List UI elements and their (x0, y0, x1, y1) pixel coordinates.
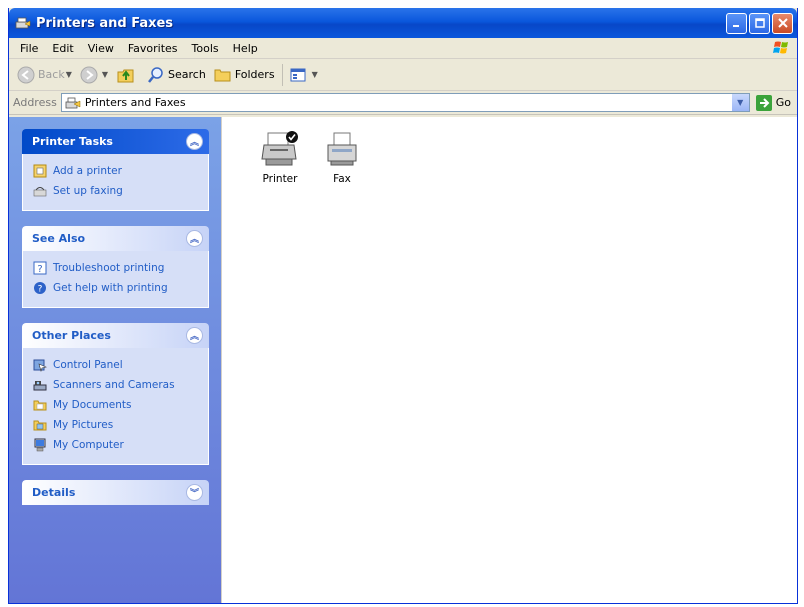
menu-file[interactable]: File (13, 42, 45, 55)
help-icon: ? (33, 261, 47, 275)
fax-icon (327, 132, 357, 166)
fax-setup-icon (33, 187, 47, 197)
file-label-fax: Fax (333, 173, 351, 185)
see-also-body: ? Troubleshoot printing ? Get help with … (22, 251, 209, 308)
toolbar-separator (281, 63, 283, 86)
printer-tasks-header[interactable]: Printer Tasks ︽ (22, 129, 209, 154)
title-bar[interactable]: Printers and Faxes (9, 8, 797, 38)
go-label: Go (775, 96, 791, 109)
my-documents-icon (33, 400, 47, 411)
forward-button[interactable]: ▼ (76, 62, 112, 88)
chevron-down-icon: ▼ (737, 98, 744, 107)
collapse-icon[interactable]: ︽ (186, 230, 203, 247)
svg-text:?: ? (38, 285, 43, 295)
other-places-title: Other Places (32, 329, 111, 342)
up-folder-button[interactable] (112, 62, 143, 88)
go-button[interactable]: Go (750, 94, 797, 111)
printer-tasks-body: Add a printer Set up faxing (22, 154, 209, 211)
folders-label: Folders (234, 68, 275, 81)
back-arrow-icon (17, 66, 35, 83)
my-pictures-icon (33, 420, 47, 431)
add-printer-icon (33, 164, 47, 178)
address-dropdown-button[interactable]: ▼ (731, 94, 749, 111)
search-label: Search (168, 68, 206, 81)
details-title: Details (32, 486, 76, 499)
back-label: Back (38, 68, 65, 81)
go-arrow-icon (755, 94, 772, 111)
help-center-icon: ? (34, 282, 46, 295)
back-dropdown-icon[interactable]: ▼ (66, 70, 72, 79)
menu-favorites[interactable]: Favorites (121, 42, 185, 55)
file-item-printer[interactable]: Printer (250, 131, 310, 185)
folders-button[interactable]: Folders (210, 62, 279, 88)
printer-tasks-group: Printer Tasks ︽ Add a printer Set up fax… (22, 129, 209, 211)
address-bar: Address Printers and Faxes ▼ Go (9, 91, 797, 115)
svg-text:?: ? (37, 264, 42, 275)
views-dropdown-icon[interactable]: ▼ (312, 70, 318, 79)
views-icon (290, 68, 306, 81)
back-button[interactable]: Back ▼ (13, 62, 76, 88)
toolbar: Back ▼ ▼ Search Folders ▼ (9, 59, 797, 91)
control-panel-icon (33, 359, 47, 372)
task-pane: Printer Tasks ︽ Add a printer Set up fax… (9, 117, 221, 603)
printer-default-icon (261, 131, 298, 166)
menu-tools[interactable]: Tools (185, 42, 226, 55)
up-folder-icon (117, 69, 134, 82)
file-view[interactable]: Printer Fax (221, 117, 797, 603)
place-control-panel[interactable]: Control Panel (33, 355, 202, 375)
see-also-title: See Also (32, 232, 86, 245)
expand-icon[interactable]: ︾ (186, 484, 203, 501)
maximize-icon (754, 18, 765, 28)
details-group: Details ︾ (22, 480, 209, 505)
close-button[interactable] (772, 12, 793, 34)
see-also-header[interactable]: See Also ︽ (22, 226, 209, 251)
printers-folder-icon (15, 17, 31, 29)
collapse-icon[interactable]: ︽ (186, 133, 203, 150)
task-add-printer[interactable]: Add a printer (33, 161, 202, 181)
menu-view[interactable]: View (81, 42, 121, 55)
place-my-computer[interactable]: My Computer (33, 435, 202, 455)
address-label: Address (13, 96, 57, 109)
file-label-printer: Printer (262, 173, 298, 185)
printer-tasks-title: Printer Tasks (32, 135, 113, 148)
maximize-button[interactable] (749, 12, 770, 34)
see-also-group: See Also ︽ ? Troubleshoot printing ? Get… (22, 226, 209, 308)
task-set-up-faxing[interactable]: Set up faxing (33, 181, 202, 201)
collapse-icon[interactable]: ︽ (186, 327, 203, 344)
place-scanners-cameras[interactable]: Scanners and Cameras (33, 375, 202, 395)
scanner-camera-icon (33, 381, 47, 391)
menu-edit[interactable]: Edit (45, 42, 80, 55)
minimize-button[interactable] (726, 12, 747, 34)
search-button[interactable]: Search (143, 62, 210, 88)
close-icon (777, 18, 788, 28)
menu-help[interactable]: Help (226, 42, 265, 55)
minimize-icon (732, 25, 739, 27)
my-computer-icon (34, 438, 46, 452)
details-header[interactable]: Details ︾ (22, 480, 209, 505)
views-button[interactable]: ▼ (286, 62, 322, 88)
printers-folder-icon (65, 97, 81, 108)
task-troubleshoot-printing[interactable]: ? Troubleshoot printing (33, 258, 202, 278)
other-places-group: Other Places ︽ Control Panel Scanners an… (22, 323, 209, 465)
search-icon (148, 66, 163, 83)
menu-bar: File Edit View Favorites Tools Help (9, 38, 797, 59)
task-get-help-printing[interactable]: ? Get help with printing (33, 278, 202, 298)
file-item-fax[interactable]: Fax (312, 131, 372, 185)
other-places-body: Control Panel Scanners and Cameras My Do… (22, 348, 209, 465)
other-places-header[interactable]: Other Places ︽ (22, 323, 209, 348)
window-title: Printers and Faxes (36, 15, 174, 31)
place-my-documents[interactable]: My Documents (33, 395, 202, 415)
content-area: Printer Tasks ︽ Add a printer Set up fax… (9, 117, 797, 603)
forward-dropdown-icon[interactable]: ▼ (102, 70, 108, 79)
address-value: Printers and Faxes (84, 96, 186, 109)
address-input[interactable]: Printers and Faxes ▼ (60, 93, 750, 112)
windows-logo-icon (773, 41, 788, 54)
forward-arrow-icon (80, 66, 98, 83)
place-my-pictures[interactable]: My Pictures (33, 415, 202, 435)
explorer-window: Printers and Faxes File Edit View Favori… (8, 8, 798, 604)
folder-icon (214, 69, 231, 81)
